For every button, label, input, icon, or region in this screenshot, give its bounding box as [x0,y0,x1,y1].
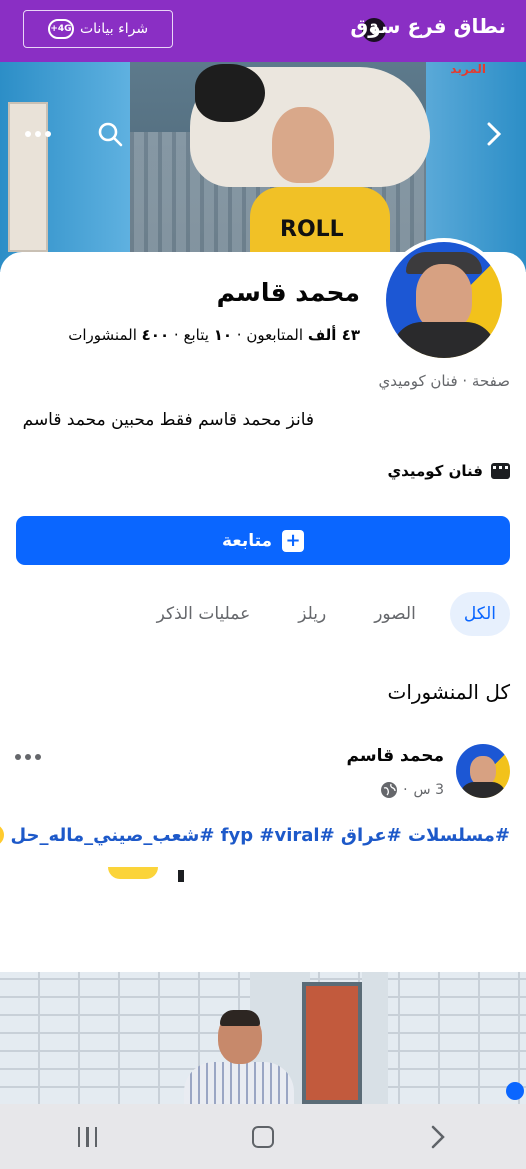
cover-wall-left [0,62,130,272]
post-image-person-body [184,1062,294,1104]
post-author-name[interactable]: محمد قاسم [347,746,444,766]
stats-separator: · [236,326,242,344]
profile-stats: ٤٣ ألف المتابعون · ١٠ يتابع · ٤٠٠ المنشو… [68,326,360,344]
buy-data-label: شراء بيانات [79,21,149,37]
stats-separator: · [173,326,179,344]
posts-count: ٤٠٠ [141,326,170,344]
page-title: محمد قاسم [216,278,360,307]
back-icon[interactable] [408,1117,468,1157]
profile-bio: فانز محمد قاسم فقط محبين محمد قاسم [22,410,314,430]
post-image-pillar [362,972,388,1104]
follow-button[interactable]: متابعة [16,516,510,565]
cover-watermark: المربد [450,62,486,76]
post-hashtags: #مسلسلات #عراق #fyp #viral #شعب_صيني_مال… [0,824,510,846]
post-more-icon[interactable] [14,742,42,767]
page-category: صفحة · فنان كوميدي [378,372,510,390]
messenger-bubble-icon[interactable] [506,1082,524,1100]
globe-icon [381,782,398,798]
tab-mentions[interactable]: عمليات الذكر [143,592,265,636]
followers-count[interactable]: ٤٣ ألف [308,326,360,344]
profile-detail: فنان كوميدي [387,462,510,480]
post-image-door [302,982,362,1104]
chevron-right-icon[interactable] [476,116,512,152]
meta-separator: · [403,782,408,798]
system-nav-bar [0,1104,526,1169]
post-image-person-hair [220,1010,260,1026]
carrier-brand: نطاق فرع سوق [350,14,506,38]
tab-all[interactable]: الكل [449,592,510,636]
more-horiz-icon[interactable] [20,116,56,152]
posts-label: المنشورات [68,326,137,344]
tab-reels[interactable]: ريلز [284,592,340,636]
network-4g-icon: 4G+ [47,19,74,39]
post-meta: 3 س · [381,782,444,798]
clapperboard-icon [491,463,510,479]
cover-shirt-text: ROLL [280,217,344,242]
recents-icon[interactable] [58,1117,118,1157]
profile-avatar-image [386,242,502,358]
buy-data-button[interactable]: شراء بيانات 4G+ [23,10,173,48]
post-time[interactable]: 3 س [414,782,444,798]
post-avatar-coat [460,782,506,798]
follow-page-icon [282,529,305,552]
laughing-emoji-icon [0,824,5,846]
profile-avatar[interactable] [382,238,506,362]
followers-label[interactable]: المتابعون [246,326,303,344]
post-image[interactable] [0,972,526,1104]
post-media-fragment [178,870,184,882]
carrier-promo-bar: شراء بيانات 4G+ ? نطاق فرع سوق [0,0,526,62]
avatar-face [416,264,472,330]
profile-tabs: الكل الصور ريلز عمليات الذكر [143,592,510,636]
follow-button-label: متابعة [221,530,273,551]
post-author-avatar[interactable] [456,744,510,798]
following-count[interactable]: ١٠ [214,326,232,344]
cover-person-head [272,107,334,183]
search-icon[interactable] [92,116,128,152]
post-hashtags-text[interactable]: #مسلسلات #عراق #fyp #viral #شعب_صيني_مال… [10,825,510,846]
home-icon[interactable] [233,1117,293,1157]
profile-detail-label: فنان كوميدي [387,462,483,480]
section-title: كل المنشورات [387,680,511,704]
tab-photos[interactable]: الصور [360,592,430,636]
avatar-coat [392,322,496,358]
post-media-fragment [108,867,158,879]
following-label[interactable]: يتابع [183,326,208,344]
cover-person: ROLL [240,87,400,272]
carrier-brand-name: نطاق فرع سوق [350,14,506,38]
